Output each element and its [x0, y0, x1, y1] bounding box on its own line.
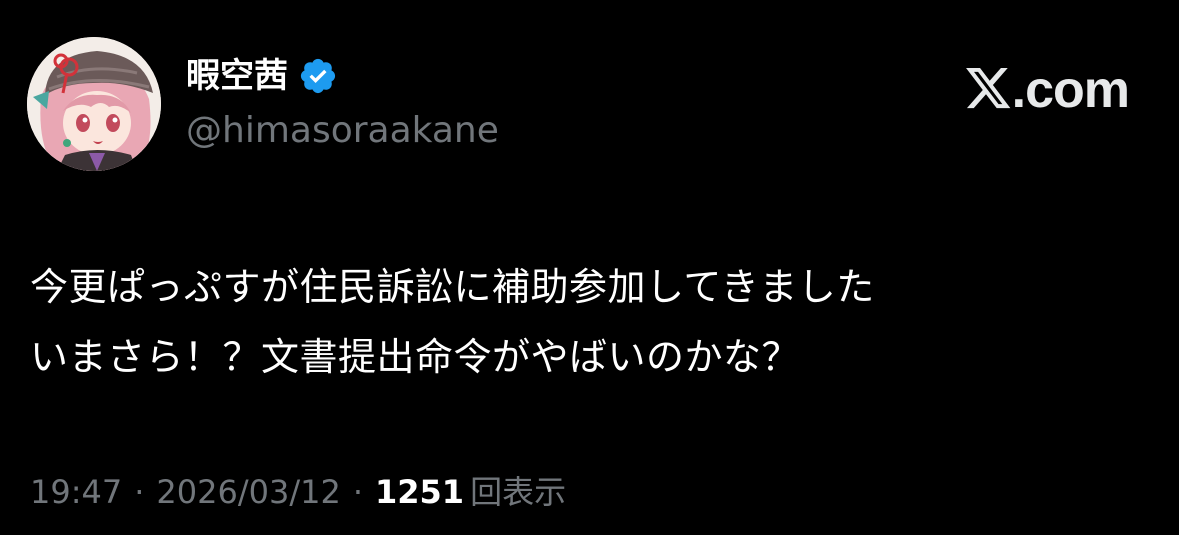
tweet-meta: 19:47 · 2026/03/12 · 1251 回表示 — [30, 467, 566, 517]
x-brand: .com — [965, 60, 1130, 120]
avatar-illustration — [27, 37, 161, 171]
avatar[interactable] — [27, 37, 161, 171]
x-logo-icon — [965, 68, 1012, 112]
brand-domain-text: .com — [1011, 61, 1130, 119]
meta-separator: · — [134, 473, 145, 511]
views-label: 回表示 — [470, 473, 567, 511]
tweet-text-line: 今更ぱっぷすが住民訴訟に補助参加してきました — [30, 265, 875, 309]
tweet-time[interactable]: 19:47 — [30, 473, 122, 511]
meta-separator: · — [352, 473, 363, 511]
tweet-text-line: いまさら！？文書提出命令がやばいのかな？ — [30, 335, 801, 379]
user-handle[interactable]: @himasoraakane — [186, 107, 499, 155]
view-count[interactable]: 1251 — [375, 473, 464, 511]
tweet-text: 今更ぱっぷすが住民訴訟に補助参加してきました いまさら！？文書提出命令がやばいの… — [30, 252, 1150, 392]
tweet-date[interactable]: 2026/03/12 — [156, 473, 340, 511]
display-name-row: 暇空茜 — [186, 52, 338, 100]
display-name[interactable]: 暇空茜 — [186, 52, 288, 100]
verified-badge-icon — [298, 56, 338, 96]
tweet-card: 暇空茜 @himasoraakane .com 今更ぱっぷすが住民訴訟に補助参加… — [0, 0, 1179, 535]
